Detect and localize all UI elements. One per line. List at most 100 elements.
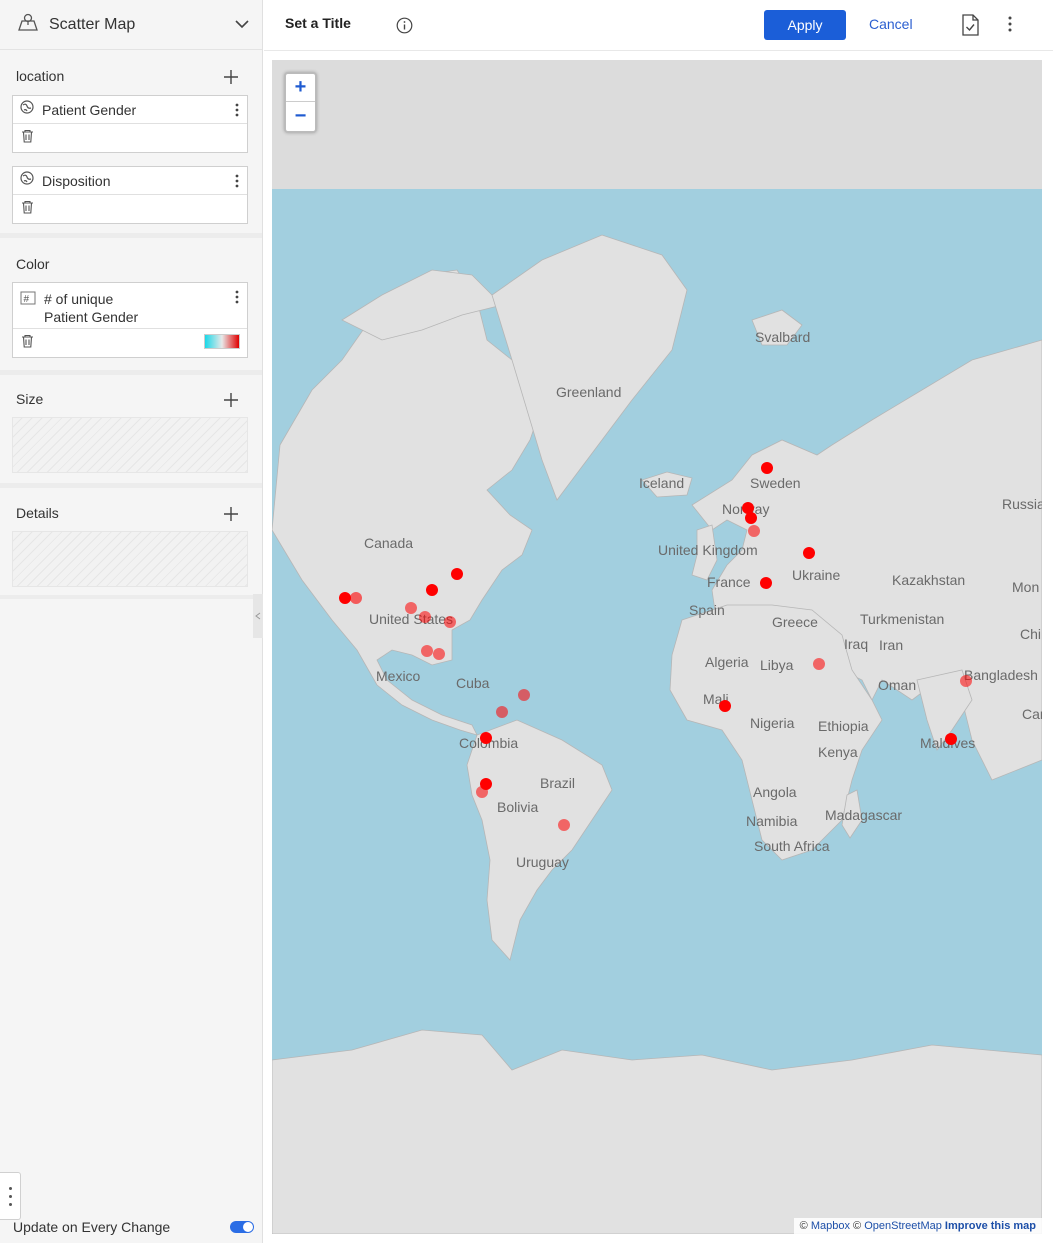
map-attribution: © Mapbox © OpenStreetMap Improve this ma… <box>793 1218 1042 1234</box>
details-dropzone[interactable] <box>12 531 248 587</box>
divider <box>0 483 262 488</box>
scatter-point[interactable] <box>426 584 438 596</box>
map-label: France <box>707 574 751 590</box>
scatter-map[interactable]: SvalbardGreenlandIcelandSwedenNorwayRuss… <box>272 60 1042 1234</box>
land-antarctica <box>272 1029 1042 1234</box>
trash-icon[interactable] <box>21 334 34 353</box>
field-row[interactable]: Disposition <box>13 167 247 195</box>
scatter-point[interactable] <box>339 592 351 604</box>
info-icon[interactable] <box>396 17 413 39</box>
scatter-point[interactable] <box>518 689 530 701</box>
map-label: Russia <box>1002 496 1042 512</box>
field-menu-icon[interactable] <box>227 174 247 188</box>
scatter-point[interactable] <box>451 568 463 580</box>
scatter-point[interactable] <box>421 645 433 657</box>
map-canvas[interactable]: SvalbardGreenlandIcelandSwedenNorwayRuss… <box>272 60 1042 1234</box>
apply-button[interactable]: Apply <box>764 10 846 40</box>
field-menu-icon[interactable] <box>227 103 247 117</box>
map-label: Uruguay <box>516 854 569 870</box>
map-label: Madagascar <box>825 807 902 823</box>
color-palette-swatch[interactable] <box>204 334 240 349</box>
more-options-icon[interactable] <box>1008 16 1012 37</box>
map-label: Mon <box>1012 579 1039 595</box>
chart-title[interactable]: Set a Title <box>285 15 351 31</box>
scatter-point[interactable] <box>480 732 492 744</box>
zoom-out-button[interactable]: − <box>286 102 315 130</box>
map-label: Iceland <box>639 475 684 491</box>
map-label: Sweden <box>750 475 801 491</box>
map-label: Iraq <box>844 636 868 652</box>
cancel-button[interactable]: Cancel <box>869 16 913 32</box>
map-label: Cuba <box>456 675 490 691</box>
scatter-point[interactable] <box>350 592 362 604</box>
map-label: Oman <box>878 677 916 693</box>
scatter-point[interactable] <box>444 616 456 628</box>
scatter-point[interactable] <box>748 525 760 537</box>
location-section-title: location <box>16 68 65 84</box>
svg-text:#: # <box>24 294 30 305</box>
field-name-line1: # of unique <box>44 291 114 307</box>
scatter-point[interactable] <box>803 547 815 559</box>
map-label: Mexico <box>376 668 421 684</box>
map-label: Iran <box>879 637 903 653</box>
scatter-point[interactable] <box>945 733 957 745</box>
mapbox-link[interactable]: Mapbox <box>811 1220 850 1232</box>
divider <box>0 595 262 599</box>
collapse-panel-handle[interactable] <box>253 594 263 638</box>
scatter-point[interactable] <box>760 577 772 589</box>
map-label: United Kingdom <box>658 542 758 558</box>
scatter-point[interactable] <box>496 706 508 718</box>
save-icon[interactable] <box>961 14 979 41</box>
chevron-down-icon[interactable] <box>222 20 262 29</box>
divider <box>0 233 262 238</box>
map-label: Greece <box>772 614 818 630</box>
scatter-point[interactable] <box>745 512 757 524</box>
panel-menu-handle[interactable] <box>0 1172 21 1220</box>
map-label: Bolivia <box>497 799 538 815</box>
scatter-point[interactable] <box>813 658 825 670</box>
field-name: # of unique Patient Gender <box>44 290 227 326</box>
trash-icon[interactable] <box>21 129 34 148</box>
update-on-change-toggle[interactable] <box>230 1221 254 1233</box>
field-footer <box>13 329 247 357</box>
location-field-2: Disposition <box>12 166 248 224</box>
scatter-point[interactable] <box>476 786 488 798</box>
improve-map-link[interactable]: Improve this map <box>945 1220 1036 1232</box>
scatter-point[interactable] <box>558 819 570 831</box>
add-size-button[interactable] <box>222 391 240 409</box>
zoom-control: + − <box>284 72 317 133</box>
map-label: Turkmenistan <box>860 611 944 627</box>
map-label: Libya <box>760 657 794 673</box>
chart-type-label: Scatter Map <box>49 15 136 33</box>
size-dropzone[interactable] <box>12 417 248 473</box>
chart-type-selector[interactable]: Scatter Map <box>0 0 262 50</box>
map-label: Namibia <box>746 813 798 829</box>
attribution-copyright: © <box>853 1220 862 1232</box>
field-footer <box>13 195 247 223</box>
map-label: Nigeria <box>750 715 795 731</box>
scatter-point[interactable] <box>960 675 972 687</box>
location-field-1: Patient Gender <box>12 95 248 153</box>
measure-icon: # <box>20 291 36 310</box>
zoom-in-button[interactable]: + <box>286 74 315 102</box>
openstreetmap-link[interactable]: OpenStreetMap <box>864 1220 942 1232</box>
map-label: South Africa <box>754 838 830 854</box>
scatter-point[interactable] <box>719 700 731 712</box>
field-menu-icon[interactable] <box>227 290 247 304</box>
field-name: Patient Gender <box>42 101 137 118</box>
scatter-point[interactable] <box>405 602 417 614</box>
trash-icon[interactable] <box>21 200 34 219</box>
add-location-button[interactable] <box>222 68 240 86</box>
scatter-point[interactable] <box>419 611 431 623</box>
field-row[interactable]: Patient Gender <box>13 96 247 124</box>
map-label: Spain <box>689 602 725 618</box>
field-row[interactable]: # # of unique Patient Gender <box>13 283 247 329</box>
header-toolbar: Set a Title Apply Cancel <box>264 0 1053 51</box>
add-details-button[interactable] <box>222 505 240 523</box>
scatter-point[interactable] <box>433 648 445 660</box>
map-label: Algeria <box>705 654 749 670</box>
attribution-copyright: © <box>799 1220 808 1232</box>
scatter-point[interactable] <box>761 462 773 474</box>
map-label: Ethiopia <box>818 718 869 734</box>
map-label: Greenland <box>556 384 621 400</box>
